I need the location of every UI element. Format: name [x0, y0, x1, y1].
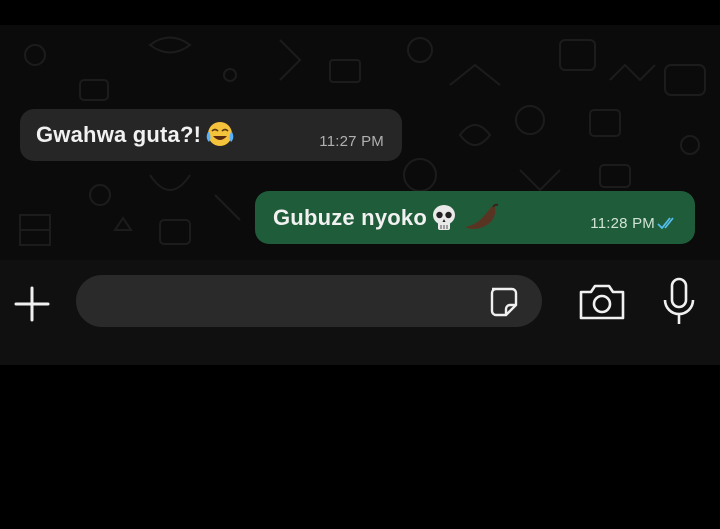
incoming-message-time: 11:27 PM [319, 133, 384, 150]
outgoing-message-bubble[interactable]: Gubuze nyoko 11:28 PM [255, 191, 695, 244]
outgoing-message-time: 11:28 PM [590, 215, 655, 232]
read-receipt-ticks-icon [657, 217, 674, 230]
incoming-message-bubble[interactable]: Gwahwa guta?! 11:27 PM [20, 109, 402, 161]
incoming-message-text: Gwahwa guta?! [36, 122, 202, 147]
face-with-tears-of-joy-emoji-icon [206, 122, 234, 146]
sticker-icon[interactable] [486, 285, 520, 319]
chat-area: Gwahwa guta?! 11:27 PM Gubuze nyoko 11:2… [0, 25, 720, 260]
skull-emoji-icon [432, 204, 455, 230]
brown-pepper-emoji-icon [464, 203, 499, 229]
plus-icon[interactable] [10, 282, 54, 326]
camera-icon[interactable] [577, 282, 627, 322]
outgoing-message-text: Gubuze nyoko [273, 204, 427, 230]
message-composer-bar [0, 260, 720, 365]
message-input[interactable] [96, 275, 480, 329]
message-input-field[interactable] [76, 275, 542, 329]
microphone-icon[interactable] [660, 276, 698, 328]
